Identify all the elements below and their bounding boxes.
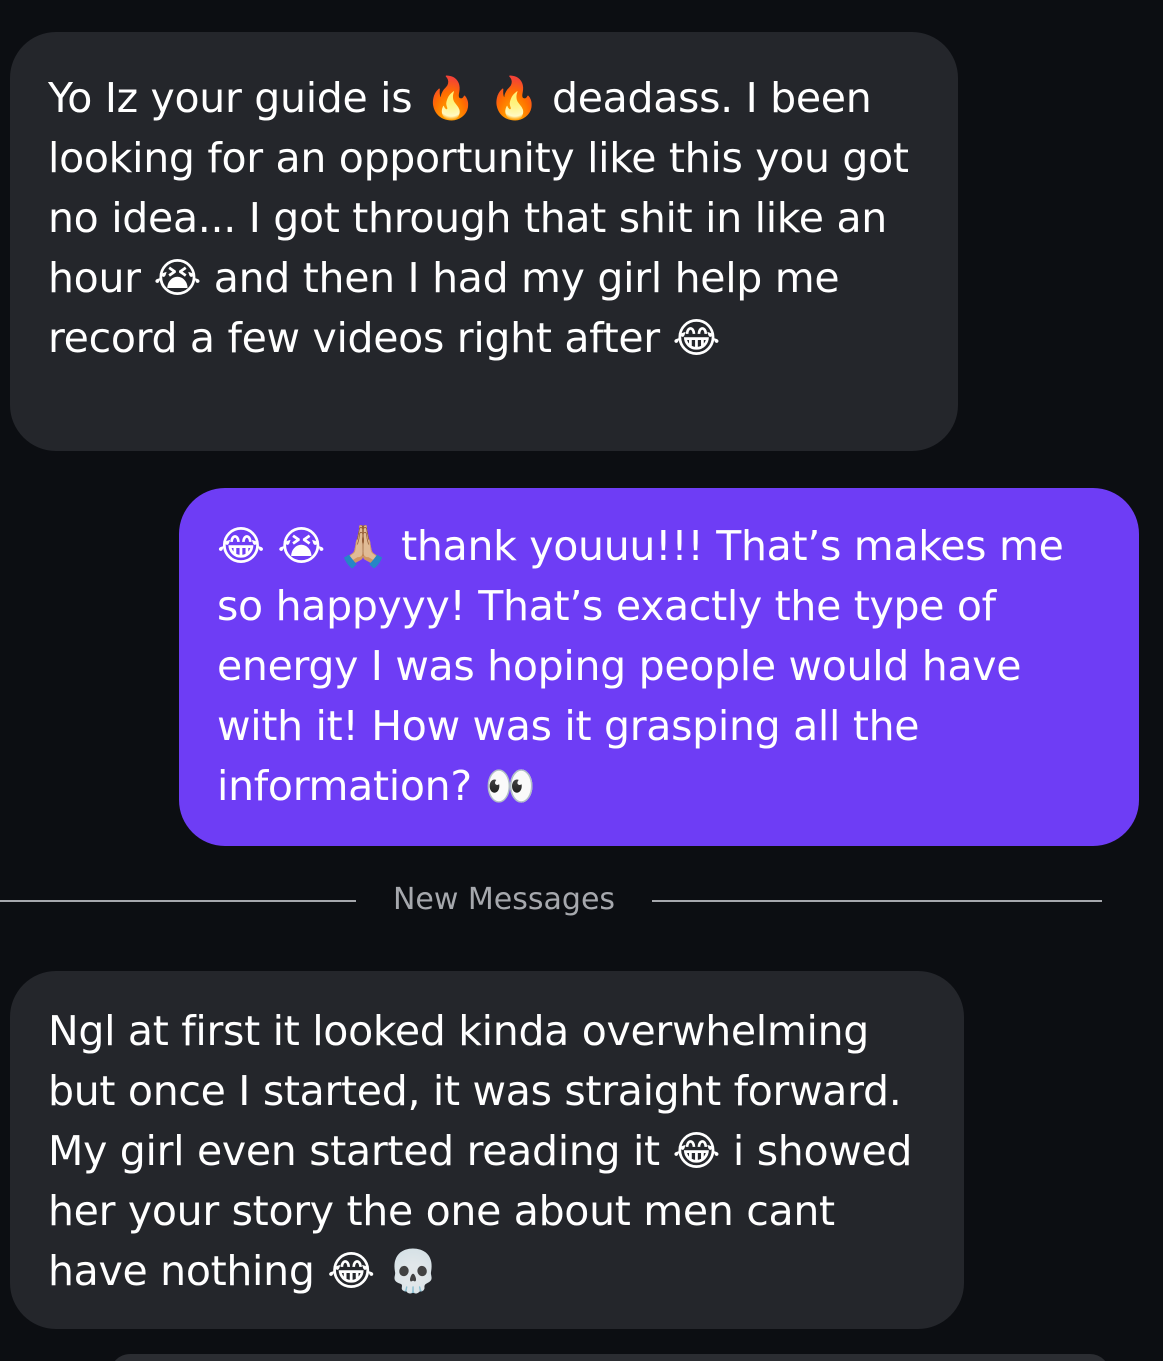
outgoing-message-bubble[interactable]: 😂 😭 🙏🏼 thank youuu!!! That’s makes me so…	[179, 488, 1139, 846]
new-messages-divider-line-right	[652, 900, 1102, 902]
new-messages-divider-label: New Messages	[392, 882, 616, 917]
next-message-bubble-edge	[110, 1354, 1110, 1361]
incoming-message-bubble[interactable]: Yo Iz your guide is 🔥 🔥 deadass. I been …	[10, 32, 958, 451]
incoming-message-bubble[interactable]: Ngl at first it looked kinda overwhelmin…	[10, 971, 964, 1329]
new-messages-divider-line-left	[0, 900, 356, 902]
